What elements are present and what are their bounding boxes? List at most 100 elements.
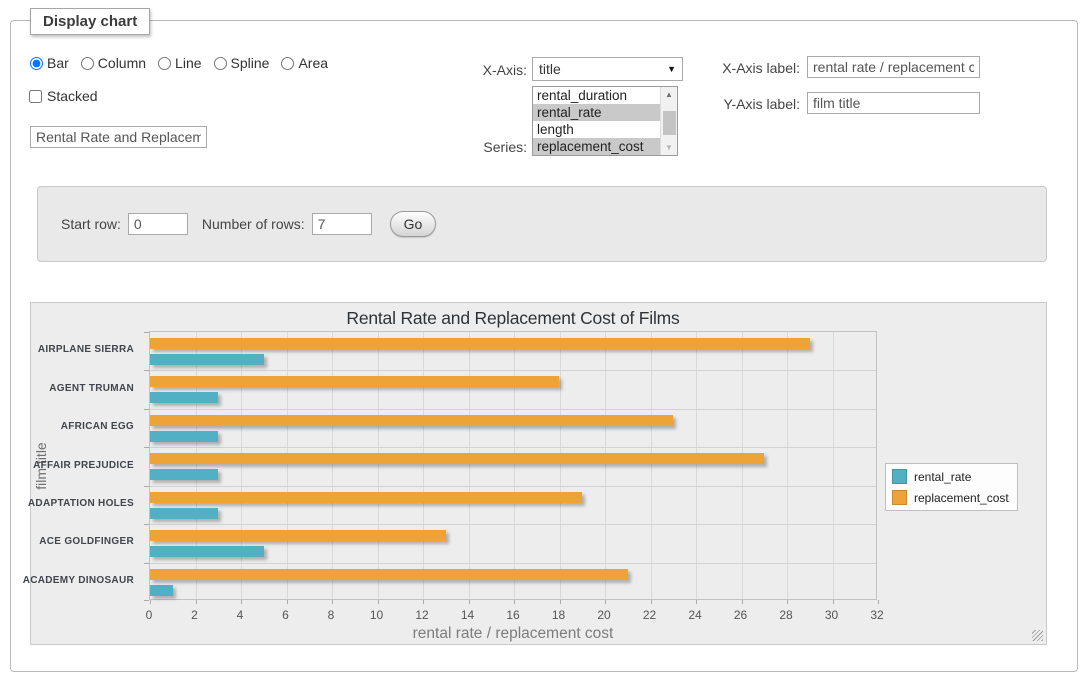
- x-axis-selected-value: title: [539, 61, 667, 77]
- y-axis-label-input[interactable]: [807, 92, 980, 114]
- gridline: [605, 332, 606, 599]
- x-axis-select[interactable]: title ▼: [532, 57, 683, 81]
- series-select-label: Series:: [452, 139, 527, 155]
- chart-container: Rental Rate and Replacement Cost of Film…: [30, 302, 1047, 645]
- x-tick-mark: [469, 600, 470, 604]
- band-separator: [150, 409, 876, 410]
- chart-plot-area: [149, 331, 877, 600]
- bar-rental_rate: [150, 546, 264, 557]
- x-tick-label: 14: [461, 608, 474, 622]
- legend-swatch: [892, 490, 907, 505]
- x-tick-label: 10: [370, 608, 383, 622]
- series-option-length[interactable]: length: [533, 121, 660, 138]
- y-tick-mark: [144, 370, 149, 371]
- num-rows-label: Number of rows:: [202, 216, 305, 232]
- bar-rental_rate: [150, 354, 264, 365]
- y-tick-mark: [144, 524, 149, 525]
- x-tick-mark: [560, 600, 561, 604]
- chart-type-radio-line[interactable]: [158, 57, 171, 70]
- chart-x-tick-labels: 02468101214161820222426283032: [149, 608, 877, 622]
- x-tick-mark: [787, 600, 788, 604]
- legend-label: replacement_cost: [914, 491, 1009, 505]
- chart-type-option-label: Spline: [231, 55, 270, 71]
- chart-type-radio-column[interactable]: [81, 57, 94, 70]
- chart-type-options: Bar Column Line Spline Area: [30, 55, 328, 71]
- series-option-rental_rate[interactable]: rental_rate: [533, 104, 660, 121]
- band-separator: [150, 524, 876, 525]
- stacked-option[interactable]: Stacked: [29, 88, 98, 104]
- gridline: [651, 332, 652, 599]
- category-label: AFFAIR PREJUDICE: [33, 460, 134, 471]
- resize-grip-icon[interactable]: [1032, 630, 1043, 641]
- scrollbar-track[interactable]: [661, 102, 678, 140]
- x-tick-label: 16: [506, 608, 519, 622]
- x-tick-label: 2: [191, 608, 198, 622]
- scroll-down-icon[interactable]: ▼: [661, 140, 678, 155]
- chart-type-option-area[interactable]: Area: [281, 55, 328, 71]
- chart-type-option-column[interactable]: Column: [81, 55, 146, 71]
- x-tick-label: 30: [825, 608, 838, 622]
- gridline: [514, 332, 515, 599]
- legend-label: rental_rate: [914, 470, 971, 484]
- x-tick-mark: [878, 600, 879, 604]
- stacked-checkbox[interactable]: [29, 90, 42, 103]
- category-label: AIRPLANE SIERRA: [38, 344, 134, 355]
- chart-type-option-spline[interactable]: Spline: [214, 55, 270, 71]
- chart-title-input[interactable]: [30, 126, 207, 148]
- y-tick-mark: [144, 447, 149, 448]
- series-option-rental_duration[interactable]: rental_duration: [533, 87, 660, 104]
- category-label: AFRICAN EGG: [61, 421, 134, 432]
- chart-x-axis-title: rental rate / replacement cost: [149, 625, 877, 643]
- chart-type-option-line[interactable]: Line: [158, 55, 201, 71]
- x-tick-mark: [742, 600, 743, 604]
- gridline: [696, 332, 697, 599]
- band-separator: [150, 486, 876, 487]
- series-option-replacement_cost[interactable]: replacement_cost: [533, 138, 660, 155]
- y-tick-mark: [144, 409, 149, 410]
- x-tick-mark: [150, 600, 151, 604]
- gridline: [742, 332, 743, 599]
- scrollbar-thumb[interactable]: [663, 111, 676, 135]
- y-tick-mark: [144, 486, 149, 487]
- start-row-label: Start row:: [61, 216, 121, 232]
- bar-replacement_cost: [150, 453, 764, 464]
- chart-type-radio-bar[interactable]: [30, 57, 43, 70]
- x-tick-mark: [241, 600, 242, 604]
- gridline: [287, 332, 288, 599]
- bar-rental_rate: [150, 585, 173, 596]
- series-listbox-scrollbar[interactable]: ▲ ▼: [660, 87, 677, 155]
- chart-type-option-label: Column: [98, 55, 146, 71]
- num-rows-input[interactable]: [312, 213, 372, 235]
- gridline: [833, 332, 834, 599]
- chart-type-radio-spline[interactable]: [214, 57, 227, 70]
- chart-category-labels: AIRPLANE SIERRA AGENT TRUMAN AFRICAN EGG AF…: [31, 331, 142, 600]
- chart-type-option-bar[interactable]: Bar: [30, 55, 69, 71]
- bar-rental_rate: [150, 469, 218, 480]
- category-label: AGENT TRUMAN: [49, 383, 134, 394]
- series-listbox-options: rental_durationrental_ratelengthreplacem…: [533, 87, 660, 155]
- chart-legend: rental_rate replacement_cost: [885, 463, 1018, 511]
- chart-type-radio-area[interactable]: [281, 57, 294, 70]
- row-range-panel: Start row: Number of rows: Go: [37, 186, 1047, 262]
- x-tick-mark: [423, 600, 424, 604]
- series-listbox[interactable]: rental_durationrental_ratelengthreplacem…: [532, 86, 678, 156]
- stacked-label: Stacked: [47, 88, 98, 104]
- bar-rental_rate: [150, 431, 218, 442]
- go-button[interactable]: Go: [390, 211, 437, 237]
- chevron-down-icon: ▼: [667, 64, 676, 74]
- y-axis-label-label: Y-Axis label:: [714, 96, 800, 112]
- category-label: ACADEMY DINOSAUR: [23, 575, 134, 586]
- gridline: [560, 332, 561, 599]
- x-tick-label: 18: [552, 608, 565, 622]
- scroll-up-icon[interactable]: ▲: [661, 87, 678, 102]
- start-row-input[interactable]: [128, 213, 188, 235]
- chart-type-option-label: Area: [298, 55, 328, 71]
- x-tick-label: 26: [734, 608, 747, 622]
- fieldset-legend: Display chart: [30, 8, 150, 35]
- x-axis-label-input[interactable]: [807, 56, 980, 78]
- chart-type-option-label: Bar: [47, 55, 69, 71]
- gridline: [196, 332, 197, 599]
- x-tick-label: 12: [415, 608, 428, 622]
- x-tick-mark: [605, 600, 606, 604]
- x-tick-mark: [378, 600, 379, 604]
